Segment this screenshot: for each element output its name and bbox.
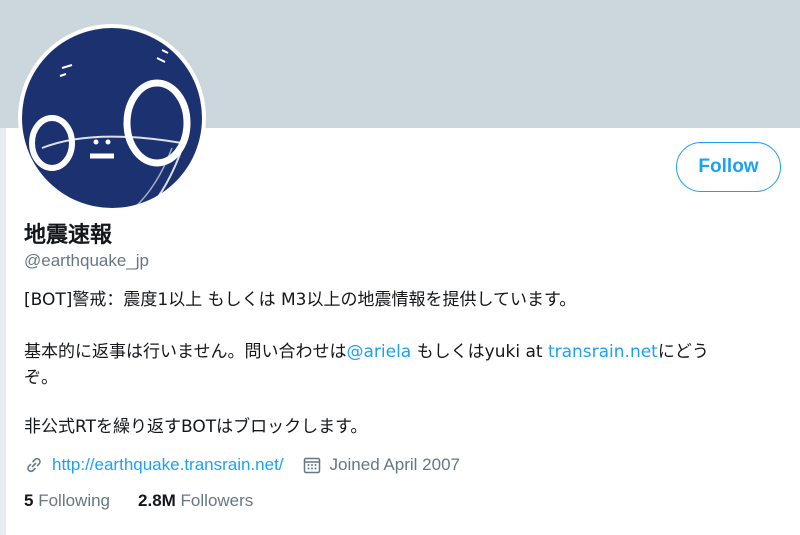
followers-value: 2.8M: [138, 491, 176, 510]
bio-text: 基本的に返事は行いません。問い合わせは: [24, 342, 347, 362]
avatar[interactable]: [18, 24, 206, 212]
bio-text: もしくはyuki at: [411, 342, 548, 362]
link-icon: [24, 455, 44, 475]
domain-link[interactable]: transrain.net: [548, 342, 658, 362]
follow-counts: 5 Following 2.8M Followers: [24, 491, 275, 511]
followers-label: Followers: [180, 491, 254, 510]
bio-line-4: 非公式RTを繰り返すBOTはブロックします。: [24, 417, 368, 437]
profile-meta: http://earthquake.transrain.net/ Joined …: [24, 451, 460, 479]
following-count[interactable]: 5 Following: [24, 491, 110, 511]
avatar-image: [22, 28, 202, 208]
user-handle: @earthquake_jp: [24, 251, 150, 270]
website-link[interactable]: http://earthquake.transrain.net/: [52, 455, 284, 475]
following-value: 5: [24, 491, 34, 510]
bio-text: にどう: [657, 342, 709, 362]
mention-link[interactable]: @ariela: [347, 342, 412, 362]
page-gutter: [0, 128, 6, 535]
following-label: Following: [38, 491, 111, 510]
bio-paragraph-2: 基本的に返事は行いません。問い合わせは@ariela もしくはyuki at t…: [24, 339, 774, 391]
followers-count[interactable]: 2.8M Followers: [138, 491, 253, 511]
calendar-icon: [302, 455, 322, 475]
joined-date: Joined April 2007: [329, 455, 460, 474]
bio-text: ぞ。: [24, 368, 58, 388]
bio-line-1: [BOT]警戒：震度1以上 もしくは M3以上の地震情報を提供しています。: [24, 290, 577, 310]
display-name: 地震速報: [24, 223, 113, 248]
follow-button[interactable]: Follow: [676, 142, 781, 192]
